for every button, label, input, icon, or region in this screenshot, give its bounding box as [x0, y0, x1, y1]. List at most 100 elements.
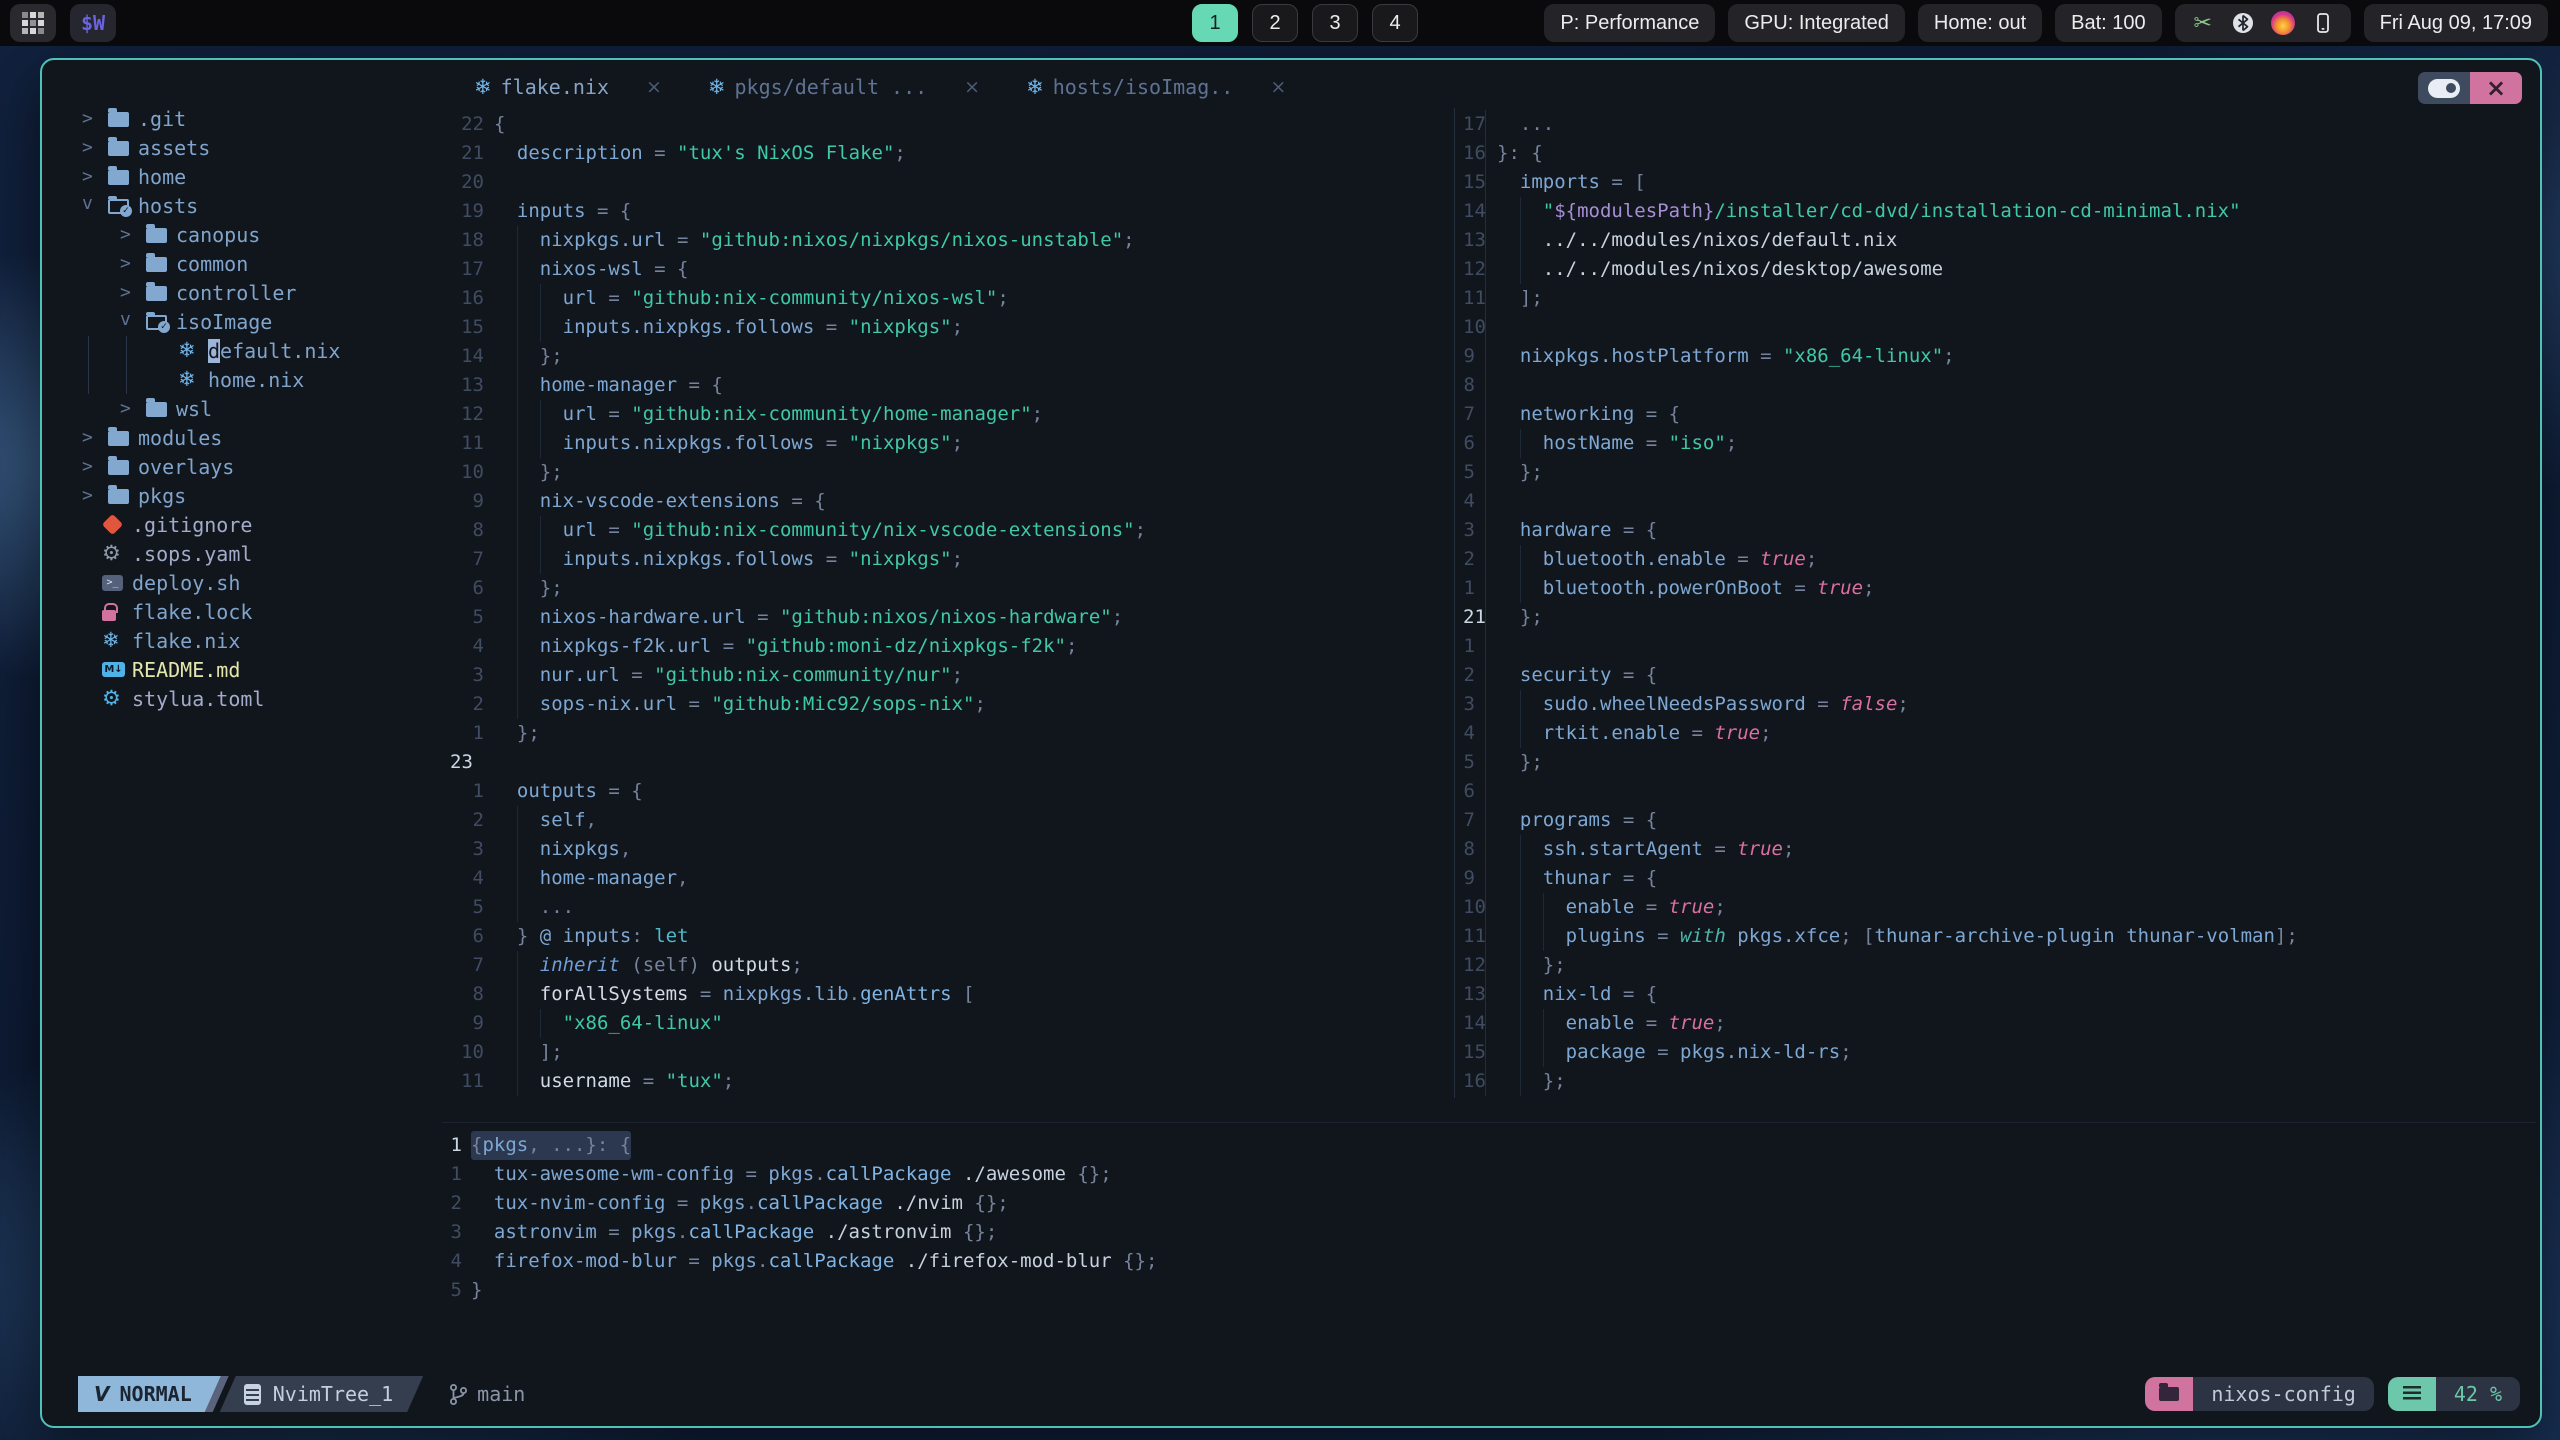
line-number: 2	[1463, 661, 1486, 690]
nvimtree-file-explorer[interactable]: > .git > assets > home v hosts > canopus > common > c…	[42, 104, 440, 1326]
workspace-button-1[interactable]: 1	[1192, 4, 1238, 42]
tree-item-isoImage[interactable]: v isoImage	[82, 307, 440, 336]
tree-item-label: assets	[138, 135, 211, 160]
workspace-button-4[interactable]: 4	[1372, 4, 1418, 42]
tree-item-.sops.yaml[interactable]: ⚙ .sops.yaml	[82, 539, 440, 568]
workspace-button-2[interactable]: 2	[1252, 4, 1298, 42]
line-number: 20	[461, 171, 484, 193]
system-tray: ✂	[2174, 4, 2351, 42]
buffer-tab[interactable]: ❄ flake.nix ×	[474, 75, 662, 99]
tree-item-common[interactable]: > common	[82, 249, 440, 278]
status-pill: GPU: Integrated	[1728, 4, 1905, 42]
phone-icon[interactable]	[2311, 11, 2335, 35]
tree-item-label: default.nix	[208, 338, 341, 363]
tree-item-README.md[interactable]: M↓ README.md	[82, 655, 440, 684]
tab-close-icon[interactable]: ×	[964, 76, 980, 98]
code-line: 8 forAllSystems = nixpkgs.lib.genAttrs [	[450, 980, 1452, 1009]
line-number: 1	[1463, 632, 1486, 661]
workspace-button-3[interactable]: 3	[1312, 4, 1358, 42]
folder-icon	[146, 253, 176, 272]
code-line: 3 astronvim = pkgs.callPackage ./astronv…	[450, 1218, 2536, 1247]
mode-label: NORMAL	[119, 1382, 192, 1406]
code-line: 9 nix-vscode-extensions = {	[450, 487, 1452, 516]
tree-item-.gitignore[interactable]: .gitignore	[82, 510, 440, 539]
editor-pane-pkgs-default-nix[interactable]: 1 {pkgs, ...}: {1 tux-awesome-wm-config =…	[442, 1122, 2536, 1372]
vim-icon: V	[94, 1382, 110, 1406]
code-line: 11 plugins = with pkgs.xfce; [thunar-arc…	[1463, 922, 2536, 951]
chevron-right-icon[interactable]: >	[120, 398, 146, 419]
bluetooth-icon[interactable]	[2231, 11, 2255, 35]
chevron-down-icon[interactable]: v	[120, 309, 146, 330]
tree-item-modules[interactable]: > modules	[82, 423, 440, 452]
line-number: 13	[1463, 980, 1486, 1009]
line-number: 3	[472, 838, 484, 860]
tree-item-home.nix[interactable]: ❄ home.nix	[82, 365, 440, 394]
code-line: 5 };	[1463, 748, 2536, 777]
chevron-right-icon[interactable]: >	[82, 108, 108, 129]
code-line: 21 };	[1463, 603, 2536, 632]
scissors-icon[interactable]: ✂	[2191, 11, 2215, 36]
code-line: 4 rtkit.enable = true;	[1463, 719, 2536, 748]
wm-logo-button[interactable]: $W	[70, 4, 116, 42]
buffer-tab[interactable]: ❄ pkgs/default ... ×	[708, 75, 980, 99]
chevron-right-icon[interactable]: >	[82, 456, 108, 477]
window-close-button[interactable]: ×	[2470, 72, 2522, 104]
code-line: 7 inputs.nixpkgs.follows = "nixpkgs";	[450, 545, 1452, 574]
chevron-right-icon[interactable]: >	[82, 166, 108, 187]
chevron-right-icon[interactable]: >	[120, 253, 146, 274]
tab-close-icon[interactable]: ×	[1270, 76, 1286, 98]
tree-item-overlays[interactable]: > overlays	[82, 452, 440, 481]
nix-icon: ❄	[178, 338, 196, 362]
buffer-tab[interactable]: ❄ hosts/isoImag.. ×	[1026, 75, 1286, 99]
tree-item-pkgs[interactable]: > pkgs	[82, 481, 440, 510]
tree-item-assets[interactable]: > assets	[82, 133, 440, 162]
lock-icon	[102, 602, 132, 621]
code-line: 16 };	[1463, 1067, 2536, 1096]
editor-pane-flake-nix[interactable]: 22{21 description = "tux's NixOS Flake";…	[442, 108, 1452, 1098]
tree-item-flake.nix[interactable]: ❄ flake.nix	[82, 626, 440, 655]
chevron-right-icon[interactable]: >	[120, 224, 146, 245]
window-toggle-button[interactable]	[2418, 72, 2470, 104]
tab-close-icon[interactable]: ×	[646, 76, 662, 98]
tree-item-.git[interactable]: > .git	[82, 104, 440, 133]
app-launcher-button[interactable]	[10, 4, 56, 42]
code-line: 6 } @ inputs: let	[450, 922, 1452, 951]
clock[interactable]: Fri Aug 09, 17:09	[2363, 4, 2548, 42]
chevron-right-icon[interactable]: >	[82, 427, 108, 448]
chevron-right-icon[interactable]: >	[82, 137, 108, 158]
chevron-down-icon[interactable]: v	[82, 193, 108, 214]
line-number: 2	[1463, 545, 1486, 574]
code-line: 12 url = "github:nix-community/home-mana…	[450, 400, 1452, 429]
tree-item-hosts[interactable]: v hosts	[82, 191, 440, 220]
line-number: 13	[1463, 226, 1486, 255]
code-line: 9 nixpkgs.hostPlatform = "x86_64-linux";	[1463, 342, 2536, 371]
line-number: 11	[1463, 922, 1486, 951]
tree-item-default.nix[interactable]: ❄ default.nix	[82, 336, 440, 365]
tree-item-wsl[interactable]: > wsl	[82, 394, 440, 423]
editor-pane-iso-default-nix[interactable]: 17 ... 16}: {15 imports = [14 "${modulesP…	[1454, 108, 2536, 1098]
code-line: 4 firefox-mod-blur = pkgs.callPackage ./…	[450, 1247, 2536, 1276]
line-number: 13	[461, 374, 484, 396]
code-line: 5 ...	[450, 893, 1452, 922]
code-line: 1	[1463, 632, 2536, 661]
git-icon	[101, 513, 132, 536]
line-number: 3	[1463, 690, 1486, 719]
tree-item-deploy.sh[interactable]: >_ deploy.sh	[82, 568, 440, 597]
flame-icon[interactable]	[2270, 11, 2295, 35]
tree-item-controller[interactable]: > controller	[82, 278, 440, 307]
line-number: 6	[472, 577, 484, 599]
tree-item-home[interactable]: > home	[82, 162, 440, 191]
tree-item-canopus[interactable]: > canopus	[82, 220, 440, 249]
git-branch-icon	[450, 1383, 468, 1405]
buffer-tabbar: ❄ flake.nix × ❄ pkgs/default ... × ❄ hosts/isoI…	[442, 68, 2410, 106]
line-number: 15	[1463, 1038, 1486, 1067]
tree-item-stylua.toml[interactable]: ⚙ stylua.toml	[82, 684, 440, 713]
chevron-right-icon[interactable]: >	[120, 282, 146, 303]
scroll-progress-chip: 42 %	[2387, 1377, 2520, 1411]
code-line: 10 enable = true;	[1463, 893, 2536, 922]
code-line: 5 };	[1463, 458, 2536, 487]
code-line: 1 {pkgs, ...}: {	[450, 1131, 2536, 1160]
code-line: 6 };	[450, 574, 1452, 603]
chevron-right-icon[interactable]: >	[82, 485, 108, 506]
tree-item-flake.lock[interactable]: flake.lock	[82, 597, 440, 626]
